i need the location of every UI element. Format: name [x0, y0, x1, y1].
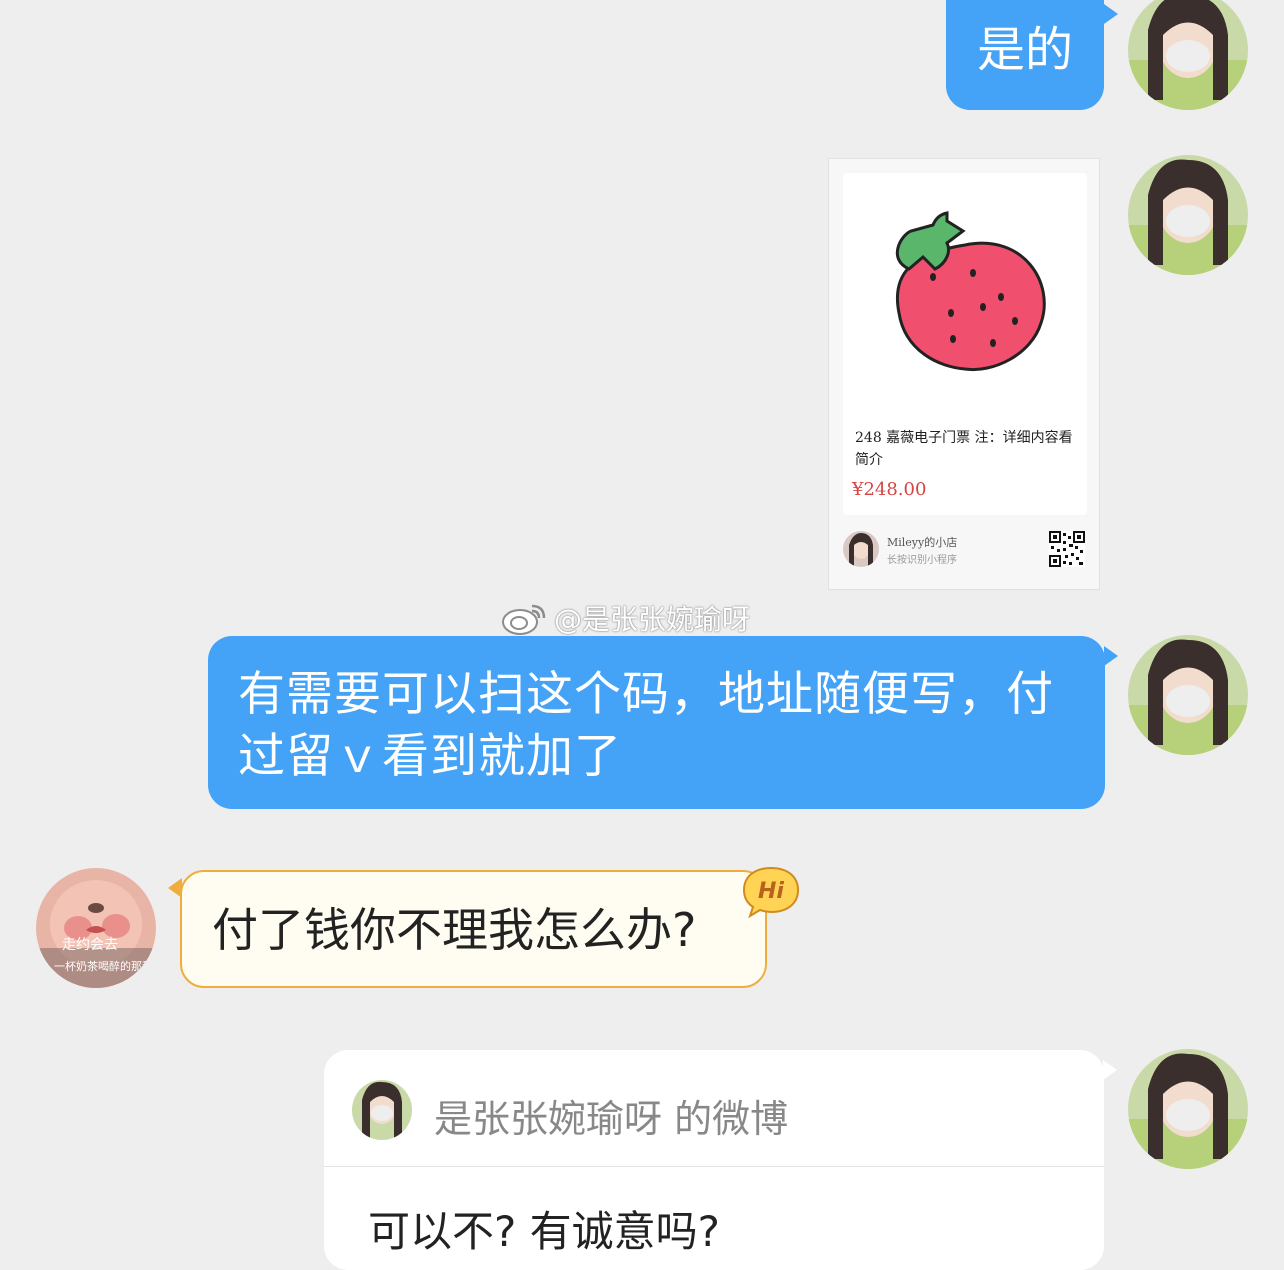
product-card-body: 248 嘉薇电子门票 注：详细内容看简介 ¥248.00	[843, 173, 1087, 515]
product-price: ¥248.00	[852, 479, 927, 500]
message-text: 付了钱你不理我怎么办?	[212, 903, 697, 957]
shop-avatar	[843, 531, 879, 567]
self-avatar[interactable]	[1128, 155, 1248, 275]
other-user-avatar[interactable]: 走约会去 一杯奶茶喝醉的那种	[36, 868, 156, 988]
hi-text: Hi	[758, 879, 784, 904]
product-card[interactable]: 248 嘉薇电子门票 注：详细内容看简介 ¥248.00 Mileyy的小店 长…	[828, 158, 1100, 590]
avatar-caption: 一杯奶茶喝醉的那种	[54, 960, 153, 973]
message-text: 是的	[976, 22, 1073, 78]
bubble-tail	[1104, 4, 1118, 24]
hi-badge-icon: Hi	[742, 866, 800, 919]
bubble-tail	[1103, 1060, 1117, 1080]
qr-code-icon[interactable]	[1049, 531, 1085, 567]
message-bubble-self[interactable]: 有需要可以扫这个码，地址随便写，付过留ｖ看到就加了	[208, 636, 1105, 809]
author-avatar	[352, 1080, 412, 1140]
strawberry-icon	[895, 211, 1046, 372]
shared-card-header: 是张张婉瑜呀 的微博	[324, 1050, 1104, 1167]
weibo-logo-icon	[502, 604, 546, 635]
bubble-tail	[1104, 646, 1118, 666]
message-bubble-other[interactable]: 付了钱你不理我怎么办?	[180, 870, 767, 988]
shared-weibo-card[interactable]: 是张张婉瑜呀 的微博 可以不? 有诚意吗?	[324, 1050, 1104, 1270]
message-text: 有需要可以扫这个码，地址随便写，付过留ｖ看到就加了	[238, 667, 1054, 784]
message-bubble-self[interactable]: 是的	[946, 0, 1104, 110]
weibo-watermark: @是张张婉瑜呀	[500, 598, 750, 638]
shop-hint: 长按识别小程序	[887, 555, 957, 566]
shop-name: Mileyy的小店	[887, 536, 958, 549]
self-avatar[interactable]	[1128, 1049, 1248, 1169]
self-avatar[interactable]	[1128, 635, 1248, 755]
avatar-caption: 走约会去	[62, 937, 118, 953]
shared-card-title: 是张张婉瑜呀 的微博	[434, 1097, 789, 1141]
product-title: 248 嘉薇电子门票 注：详细内容看简介	[855, 430, 1073, 468]
shared-card-body: 可以不? 有诚意吗?	[368, 1207, 720, 1256]
self-avatar[interactable]	[1128, 0, 1248, 110]
watermark-text: @是张张婉瑜呀	[554, 603, 751, 636]
